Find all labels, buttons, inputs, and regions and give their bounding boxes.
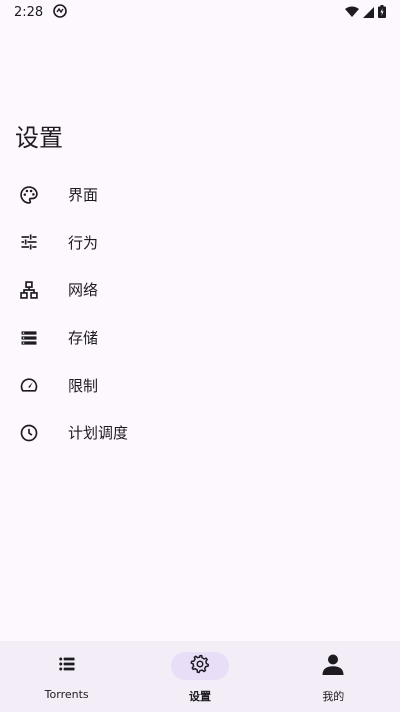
settings-item-label: 存储 xyxy=(68,329,99,348)
tune-icon xyxy=(18,231,40,253)
wifi-icon xyxy=(345,3,359,22)
battery-icon xyxy=(378,3,386,22)
settings-item-label: 计划调度 xyxy=(68,424,129,443)
person-icon xyxy=(321,652,345,680)
nav-indicator xyxy=(170,652,229,680)
palette-icon xyxy=(18,184,40,206)
settings-item-limits[interactable]: 限制 xyxy=(0,361,400,409)
settings-item-label: 网络 xyxy=(68,281,99,300)
network-icon xyxy=(18,279,40,301)
gear-icon xyxy=(190,654,210,678)
speed-icon xyxy=(18,374,40,396)
status-bar: 2:28 xyxy=(0,0,400,24)
nav-item-settings[interactable]: 设置 xyxy=(133,641,266,712)
nav-item-torrents[interactable]: Torrents xyxy=(0,641,133,712)
list-icon xyxy=(57,654,77,678)
settings-item-behavior[interactable]: 行为 xyxy=(0,219,400,267)
nav-indicator xyxy=(304,652,362,680)
nav-label: Torrents xyxy=(44,688,89,701)
settings-item-label: 界面 xyxy=(68,186,99,205)
page-title: 设置 xyxy=(15,124,63,152)
settings-item-storage[interactable]: 存储 xyxy=(0,314,400,362)
settings-item-label: 行为 xyxy=(68,233,99,252)
settings-list: 界面 行为 网络 存储 限制 计划调度 xyxy=(0,171,400,457)
settings-item-interface[interactable]: 界面 xyxy=(0,171,400,219)
nav-label: 我的 xyxy=(322,690,345,703)
signal-icon xyxy=(363,3,374,22)
app-notification-icon xyxy=(53,3,68,22)
nav-indicator xyxy=(38,652,96,680)
nav-label: 设置 xyxy=(188,690,211,703)
schedule-icon xyxy=(18,422,40,444)
settings-item-label: 限制 xyxy=(68,376,99,395)
bottom-navigation: Torrents 设置 我的 xyxy=(0,641,400,712)
settings-item-schedule[interactable]: 计划调度 xyxy=(0,409,400,457)
status-time: 2:28 xyxy=(14,4,44,20)
settings-item-network[interactable]: 网络 xyxy=(0,266,400,314)
storage-icon xyxy=(18,327,40,349)
nav-item-profile[interactable]: 我的 xyxy=(267,641,400,712)
